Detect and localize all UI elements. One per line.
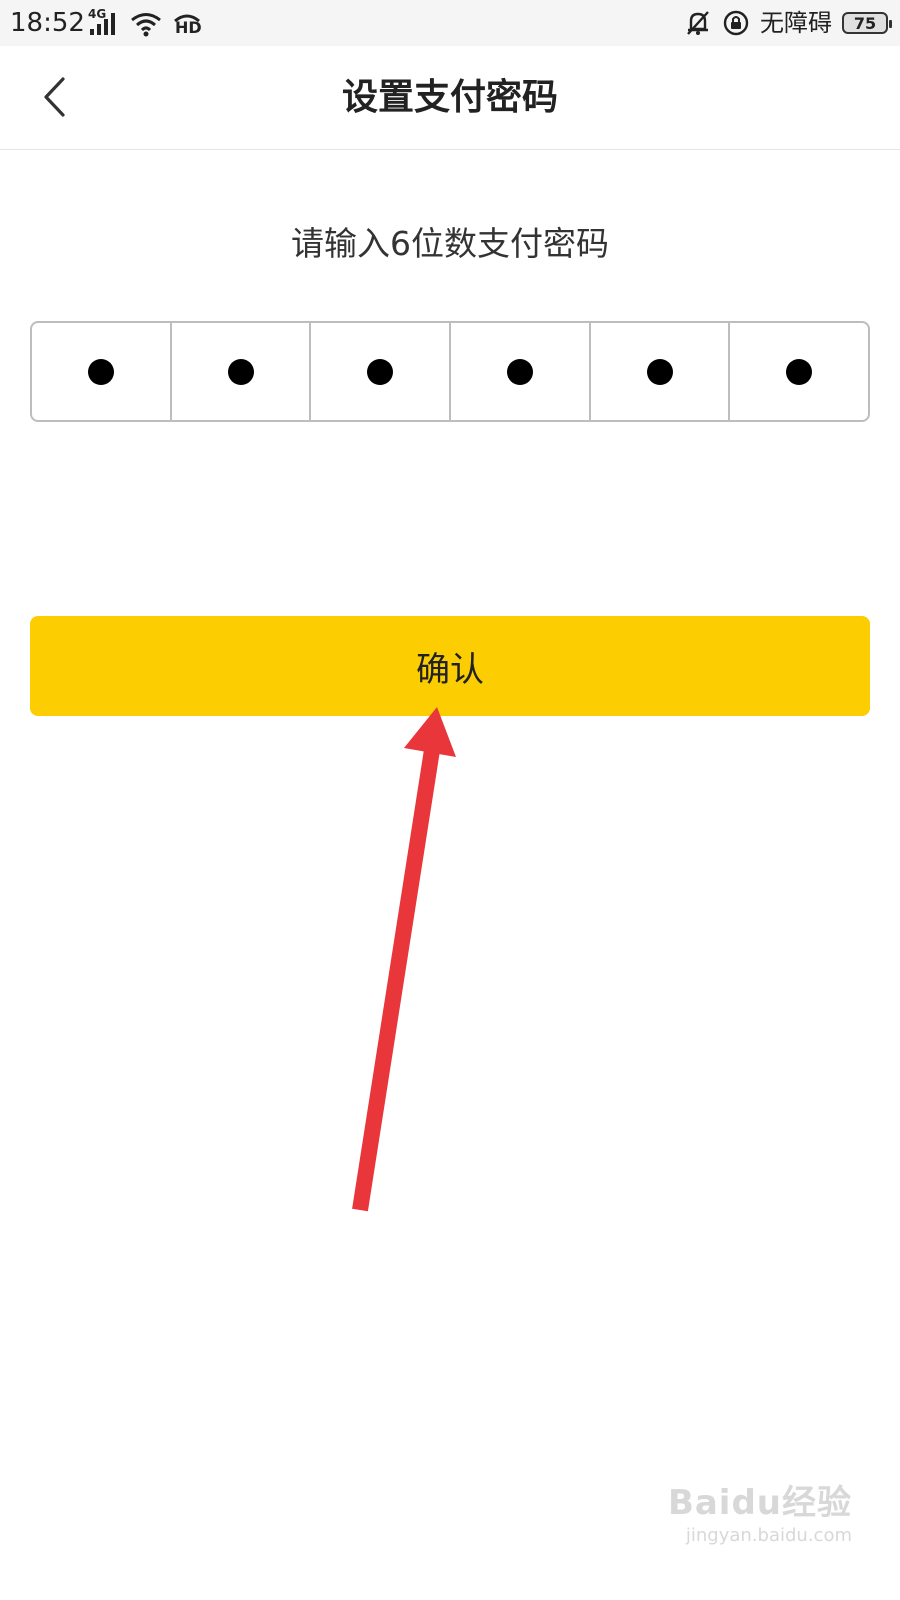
pin-dot bbox=[506, 358, 533, 385]
pin-input[interactable] bbox=[30, 321, 870, 422]
back-button[interactable] bbox=[30, 72, 80, 122]
chevron-left-icon bbox=[41, 76, 69, 118]
signal-icon: 4G bbox=[88, 7, 120, 37]
accessibility-label: 无障碍 bbox=[760, 9, 832, 37]
pin-dot bbox=[786, 358, 813, 385]
pin-cell-6[interactable] bbox=[730, 323, 868, 420]
pin-dot bbox=[367, 358, 394, 385]
rotation-lock-icon bbox=[722, 9, 750, 37]
confirm-button[interactable]: 确认 bbox=[30, 616, 870, 716]
pin-cell-5[interactable] bbox=[591, 323, 731, 420]
page-title: 设置支付密码 bbox=[341, 77, 558, 118]
hd-call-icon: HD bbox=[172, 11, 202, 37]
pin-cell-2[interactable] bbox=[172, 323, 312, 420]
nav-bar: 设置支付密码 bbox=[0, 46, 900, 150]
screen: 18:52 4G HD 无障碍 75 设置支付密码 请输入6位数支付密码 确认 … bbox=[0, 0, 900, 1600]
pin-dot bbox=[227, 358, 254, 385]
watermark-url: jingyan.baidu.com bbox=[685, 1525, 852, 1546]
pin-cell-4[interactable] bbox=[451, 323, 591, 420]
status-left-icons: 4G HD bbox=[88, 7, 202, 38]
mute-bell-icon bbox=[684, 9, 712, 37]
hd-label: HD bbox=[175, 18, 202, 37]
pin-cell-1[interactable] bbox=[32, 323, 172, 420]
pin-cell-3[interactable] bbox=[311, 323, 452, 420]
battery-icon: 75 bbox=[842, 12, 892, 34]
pin-dot bbox=[87, 358, 114, 385]
watermark-logo: Baidu经验 bbox=[667, 1483, 852, 1523]
baidu-watermark: Baidu经验 jingyan.baidu.com bbox=[662, 1482, 852, 1572]
status-right: 无障碍 75 bbox=[684, 8, 892, 38]
wifi-icon bbox=[130, 11, 162, 37]
pin-prompt: 请输入6位数支付密码 bbox=[291, 224, 609, 263]
status-bar: 18:52 4G HD 无障碍 75 bbox=[0, 0, 900, 46]
pin-dot bbox=[646, 358, 673, 385]
battery-level: 75 bbox=[853, 13, 877, 33]
status-time: 18:52 bbox=[10, 8, 85, 38]
